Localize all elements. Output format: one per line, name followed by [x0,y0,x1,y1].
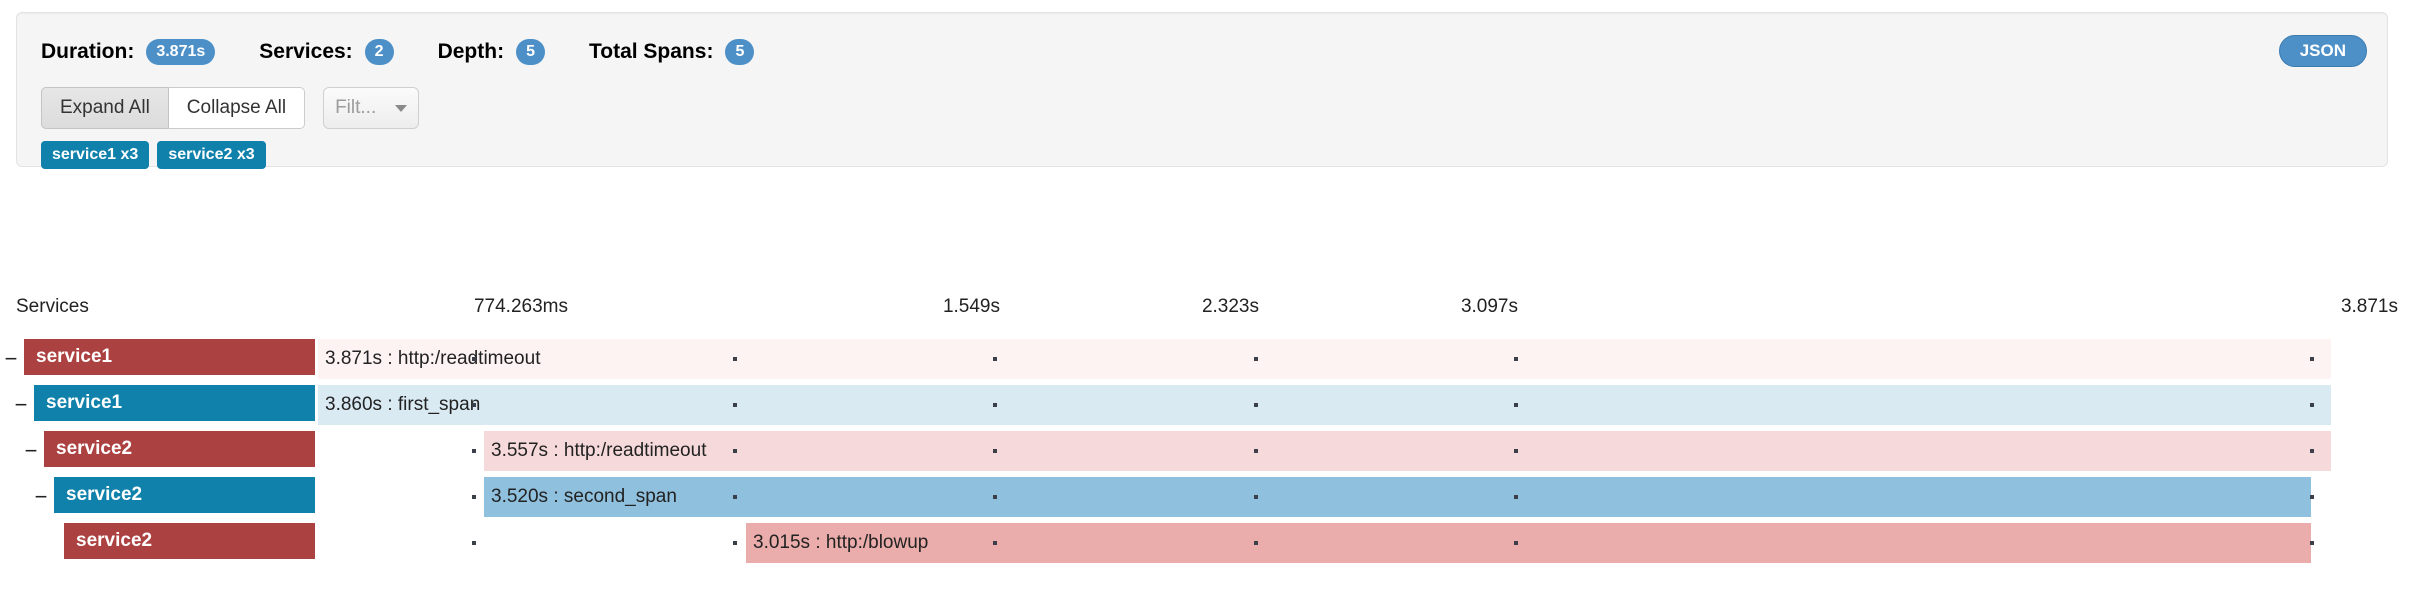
collapse-all-button[interactable]: Collapse All [168,87,306,129]
timeline-tick-label: 3.097s [1460,296,1518,317]
timeline-tick-label: 1.549s [942,296,1000,317]
span-track: 3.015s : http:/blowup [318,520,2412,566]
span-track: 3.871s : http:/readtimeout [318,336,2412,382]
timeline-tick-label: 3.871s [2340,296,2398,317]
stat-depth: Depth: 5 [438,39,545,65]
chevron-down-icon [395,104,408,112]
stat-badge-depth: 5 [516,39,545,65]
expand-collapse-group: Expand All Collapse All [41,87,306,129]
timeline-tick-dot [2310,357,2314,361]
span-bar[interactable]: 3.871s : http:/readtimeout [318,339,2331,379]
timeline-tick-dot [993,541,997,545]
timeline-tick-dot [993,357,997,361]
timeline-tick-dot [733,403,737,407]
timeline-tick-dot [472,495,476,499]
timeline-tick-dot [733,495,737,499]
collapse-toggle-icon[interactable]: − [4,348,18,370]
expand-all-button[interactable]: Expand All [41,87,169,129]
service-tag[interactable]: service1 x3 [41,141,150,169]
timeline-tick-dot [472,403,476,407]
stat-badge-total-spans: 5 [725,39,755,65]
collapse-toggle-icon[interactable]: − [34,486,48,508]
service-name-chip[interactable]: service1 [24,339,315,375]
span-track: 3.520s : second_span [318,474,2412,520]
collapse-toggle-icon[interactable]: − [24,440,38,462]
timeline-tick-dot [1514,403,1518,407]
service-name-chip[interactable]: service2 [44,431,315,467]
timeline-tick-dot [2310,449,2314,453]
span-row[interactable]: service2 3.015s : http:/blowup [0,520,2412,566]
timeline-tick-dot [1254,449,1258,453]
timeline-tick-label: 774.263ms [473,296,568,317]
timeline-tick-label: 2.323s [1201,296,1259,317]
timeline-tick-dot [2310,541,2314,545]
timeline-header: Services 774.263ms 1.549s 2.323s 3.097s 3.87… [0,296,2412,324]
filter-service-select[interactable]: Filt... [323,87,420,129]
timeline-tick-dot [993,495,997,499]
service-name-chip[interactable]: service2 [64,523,315,559]
service-tag-list: service1 x3 service2 x3 [41,141,266,169]
span-bar[interactable]: 3.557s : http:/readtimeout [484,431,2331,471]
timeline-tick-dot [993,449,997,453]
stat-total-spans: Total Spans: 5 [588,39,755,65]
stat-duration: Duration: 3.871s [41,39,216,65]
timeline-tick-dot [1514,495,1518,499]
json-button[interactable]: JSON [2278,35,2367,67]
service-name-chip[interactable]: service1 [34,385,315,421]
trace-summary-panel: Duration: 3.871s Services: 2 Depth: 5 Total Sp… [16,12,2388,169]
timeline-tick-dot [2310,403,2314,407]
timeline-tick-dot [472,449,476,453]
stat-badge-duration: 3.871s [146,39,216,65]
stat-label-depth: Depth: [437,40,505,63]
span-row[interactable]: − service2 3.520s : second_span [0,474,2412,520]
timeline-tick-dot [1254,495,1258,499]
trace-detail-page: Duration: 3.871s Services: 2 Depth: 5 Total Sp… [0,0,2412,606]
services-column-header: Services [16,296,89,317]
stat-label-services: Services: [259,40,353,63]
span-track: 3.860s : first_span [318,382,2412,428]
span-track: 3.557s : http:/readtimeout [318,428,2412,474]
stat-label-duration: Duration: [41,40,135,63]
span-row[interactable]: − service2 3.557s : http:/readtimeout [0,428,2412,474]
timeline-tick-dot [733,357,737,361]
timeline-tick-dot [472,541,476,545]
timeline-tick-dot [2310,495,2314,499]
trace-stats: Duration: 3.871s Services: 2 Depth: 5 Total Sp… [41,35,798,69]
trace-controls: Expand All Collapse All Filt... [41,87,420,129]
span-rows: − service1 3.871s : http:/readtimeout − serv… [0,336,2412,566]
span-bar[interactable]: 3.015s : http:/blowup [746,523,2311,563]
timeline-tick-dot [472,357,476,361]
timeline-tick-dot [1514,357,1518,361]
stat-label-total-spans: Total Spans: [588,40,714,63]
stat-badge-services: 2 [364,39,394,65]
timeline-tick-dot [993,403,997,407]
span-bar[interactable]: 3.520s : second_span [484,477,2311,517]
stat-services: Services: 2 [259,39,394,65]
span-row[interactable]: − service1 3.860s : first_span [0,382,2412,428]
timeline-tick-dot [733,541,737,545]
timeline-tick-dot [1254,541,1258,545]
timeline-tick-dot [1254,403,1258,407]
filter-select-value: Filt... [335,97,377,118]
timeline-tick-dot [1514,541,1518,545]
span-row[interactable]: − service1 3.871s : http:/readtimeout [0,336,2412,382]
service-tag[interactable]: service2 x3 [157,141,266,169]
span-bar[interactable]: 3.860s : first_span [318,385,2331,425]
timeline-tick-dot [733,449,737,453]
timeline-tick-dot [1514,449,1518,453]
timeline-tick-dot [1254,357,1258,361]
service-name-chip[interactable]: service2 [54,477,315,513]
collapse-toggle-icon[interactable]: − [14,394,28,416]
